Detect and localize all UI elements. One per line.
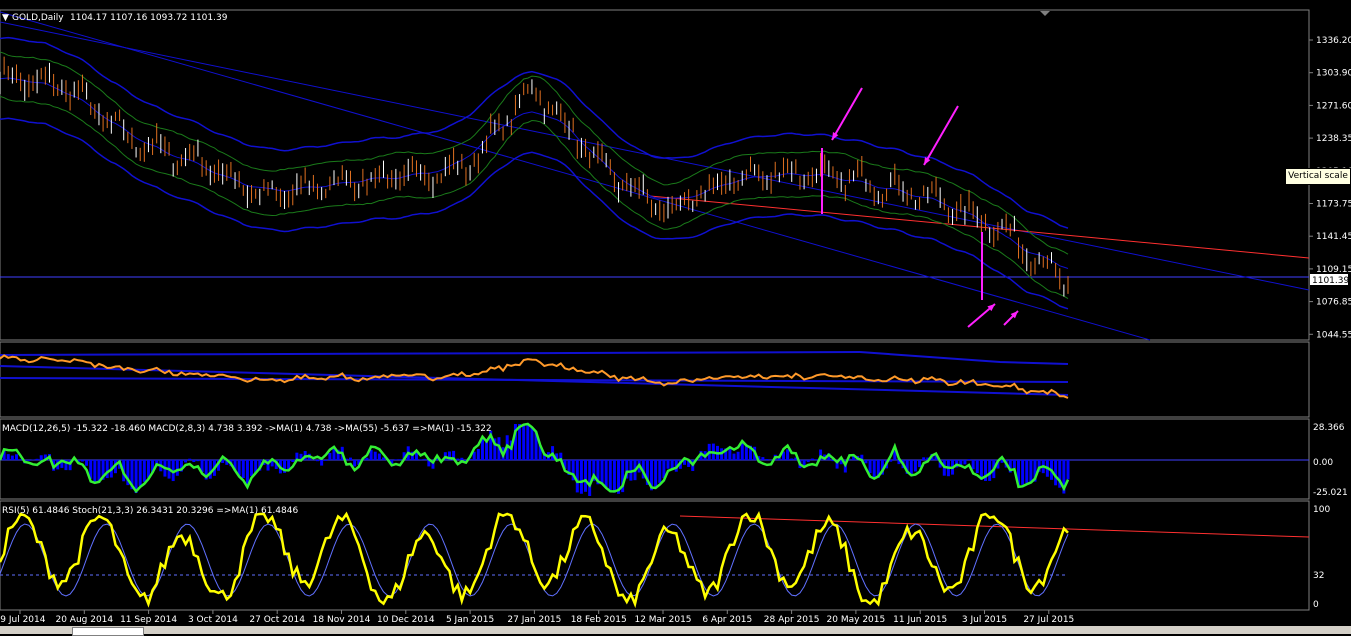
price-axis[interactable]: 1336.201303.901271.601238.351205.101173.…: [1309, 36, 1351, 340]
time-tick-label: 20 May 2015: [827, 615, 886, 625]
bollinger-mid: [0, 77, 1069, 269]
price-tick-label: 1141.45: [1316, 232, 1351, 242]
time-tick-label: 20 Aug 2014: [55, 615, 113, 625]
time-tick-label: 10 Dec 2014: [377, 615, 435, 625]
time-tick-label: 27 Jan 2015: [507, 615, 561, 625]
envelope-lower: [0, 95, 1069, 300]
annotation-arrow-icon: [1003, 310, 1019, 326]
time-tick-label: 11 Sep 2014: [120, 615, 177, 625]
rsi-label: RSI(5) 61.4846 Stoch(21,3,3) 26.3431 20.…: [2, 506, 298, 516]
price-tick-label: 1076.85: [1316, 298, 1351, 308]
status-bar: [0, 626, 1351, 634]
macd-tick-bottom: -25.021: [1313, 488, 1348, 498]
stoch-line: [0, 523, 1069, 597]
vol-upper-line: [859, 351, 1069, 365]
macd-label: MACD(12,26,5) -15.322 -18.460 MACD(2,8,3…: [2, 424, 492, 434]
red-trendline: [649, 195, 1310, 259]
ohlc-values: 1104.17 1107.16 1093.72 1101.39: [70, 13, 228, 23]
price-tick-label: 1271.60: [1316, 101, 1351, 111]
price-tick-label: 1109.15: [1316, 265, 1351, 275]
macd-signal-line: [0, 422, 1070, 494]
vertical-scale-tooltip: Vertical scale: [1285, 168, 1351, 185]
main-panel-frame: [0, 9, 1310, 341]
arrow-shaft: [831, 87, 863, 141]
chart-canvas[interactable]: ▼ GOLD,Daily 1104.17 1107.16 1093.72 110…: [0, 0, 1351, 634]
symbol-label: GOLD,Daily: [12, 13, 64, 23]
main-price-panel[interactable]: [0, 11, 1310, 341]
macd-tick-top: 28.366: [1313, 423, 1345, 433]
rsi-tick-bottom: 0: [1313, 600, 1319, 610]
price-tick-label: 1336.20: [1316, 36, 1351, 46]
trend-channel-upper: [0, 21, 1310, 291]
symbol-triangle-icon[interactable]: ▼: [2, 13, 9, 23]
annotation-arrow-icon: [923, 105, 959, 166]
time-tick-label: 29 Jul 2014: [0, 615, 46, 625]
time-tick-label: 6 Apr 2015: [702, 615, 752, 625]
time-tick-label: 12 Mar 2015: [634, 615, 691, 625]
annotation-arrow-icon: [831, 87, 863, 141]
rsi-tick-top: 100: [1313, 505, 1330, 515]
time-tick-label: 5 Jan 2015: [446, 615, 494, 625]
time-tick-label: 3 Jul 2015: [962, 615, 1007, 625]
vol-upper-line: [0, 351, 861, 356]
annotation-arrow-icon: [967, 303, 996, 328]
bollinger-upper: [0, 36, 1069, 229]
volatility-panel[interactable]: [0, 351, 1069, 399]
price-tick-label: 1044.55: [1316, 330, 1351, 340]
rsi-tick-mid: 32: [1313, 571, 1324, 581]
time-tick-label: 27 Oct 2014: [249, 615, 305, 625]
time-tick-label: 11 Jun 2015: [893, 615, 947, 625]
time-tick-label: 27 Jul 2015: [1023, 615, 1074, 625]
arrow-shaft: [923, 105, 959, 166]
time-axis[interactable]: 29 Jul 2014 20 Aug 2014 11 Sep 2014 3 Oct 2…: [0, 610, 1074, 625]
price-tick-label: 1173.75: [1316, 200, 1351, 210]
time-tick-label: 18 Nov 2014: [313, 615, 371, 625]
time-tick-label: 3 Oct 2014: [188, 615, 238, 625]
current-price-tag: 1101.39: [1312, 276, 1349, 286]
rsi-line: [0, 510, 1069, 609]
macd-panel[interactable]: [0, 422, 1309, 496]
chart-shift-icon[interactable]: [1040, 11, 1050, 16]
time-tick-label: 18 Feb 2015: [571, 615, 627, 625]
chart-tab[interactable]: [72, 627, 144, 636]
price-tick-label: 1238.35: [1316, 134, 1351, 144]
time-tick-label: 28 Apr 2015: [764, 615, 820, 625]
rsi-panel[interactable]: [0, 510, 1310, 609]
macd-tick-zero: 0.00: [1313, 458, 1333, 468]
price-tick-label: 1303.90: [1316, 69, 1351, 79]
